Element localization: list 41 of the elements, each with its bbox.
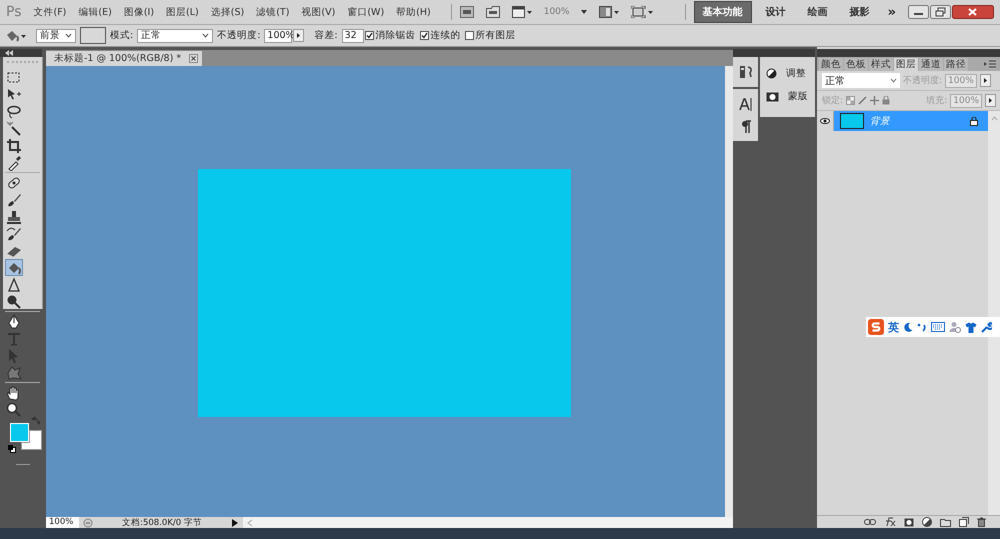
panel-tab[interactable]: 通道 bbox=[919, 58, 943, 71]
menu-item[interactable]: 文件(F) bbox=[34, 6, 74, 18]
layer-name: 背景 bbox=[870, 114, 890, 128]
opacity-label: 不透明度: bbox=[217, 29, 260, 42]
lock-label: 锁定: bbox=[822, 94, 844, 107]
tolerance-label: 容差: bbox=[314, 29, 338, 42]
menu-item[interactable]: 图层(L) bbox=[166, 6, 207, 18]
workspace-tab[interactable]: 设计 bbox=[758, 2, 794, 22]
menu-item[interactable]: 编辑(E) bbox=[78, 6, 120, 18]
opacity-label: 不透明度: bbox=[903, 74, 942, 87]
menu-item[interactable]: 滤镜(T) bbox=[256, 6, 298, 18]
document-info: 文档:508.0K/0 字节 bbox=[121, 516, 203, 528]
workspace-tab[interactable]: 绘画 bbox=[800, 2, 836, 22]
panel-tab[interactable]: 图层 bbox=[894, 58, 918, 71]
panel-shortcut[interactable]: 调整 bbox=[760, 67, 815, 80]
panel-tab[interactable]: 色板 bbox=[844, 58, 868, 71]
app-logo: Ps bbox=[6, 4, 22, 20]
blend-mode-dropdown[interactable]: 正常 bbox=[822, 73, 900, 88]
more-workspaces-button[interactable]: » bbox=[888, 4, 896, 20]
workspace-tab[interactable]: 基本功能 bbox=[694, 1, 752, 23]
menu-item[interactable]: 窗口(W) bbox=[347, 6, 392, 18]
menu-item[interactable]: 选择(S) bbox=[210, 6, 252, 18]
document-tab[interactable]: 未标题-1 @ 100%(RGB/8) * bbox=[46, 51, 202, 66]
tolerance-field[interactable]: 32 bbox=[342, 28, 364, 42]
panel-tab[interactable]: 样式 bbox=[869, 58, 893, 71]
mode-dropdown[interactable]: 正常 bbox=[137, 28, 214, 42]
panel-shortcut[interactable]: 蒙版 bbox=[760, 90, 815, 103]
input-mode-toggle[interactable]: 英 bbox=[888, 320, 899, 334]
fill-label: 填充: bbox=[926, 94, 948, 107]
panel-tab[interactable]: 路径 bbox=[944, 58, 968, 71]
option-checkbox[interactable]: 连续的 bbox=[420, 29, 461, 42]
menu-item[interactable]: 图像(I) bbox=[124, 6, 162, 18]
workspace-tab[interactable]: 摄影 bbox=[842, 2, 878, 22]
panel-tab[interactable]: 颜色 bbox=[819, 58, 843, 71]
option-checkbox[interactable]: 所有图层 bbox=[464, 29, 516, 42]
option-checkbox[interactable]: 消除锯齿 bbox=[364, 29, 416, 42]
mode-label: 模式: bbox=[110, 29, 134, 42]
fill-source-dropdown[interactable]: 前景 bbox=[36, 28, 76, 42]
zoom-field[interactable]: 100% bbox=[46, 517, 79, 528]
menu-item[interactable]: 帮助(H) bbox=[396, 6, 439, 18]
menu-item[interactable]: 视图(V) bbox=[301, 6, 344, 18]
